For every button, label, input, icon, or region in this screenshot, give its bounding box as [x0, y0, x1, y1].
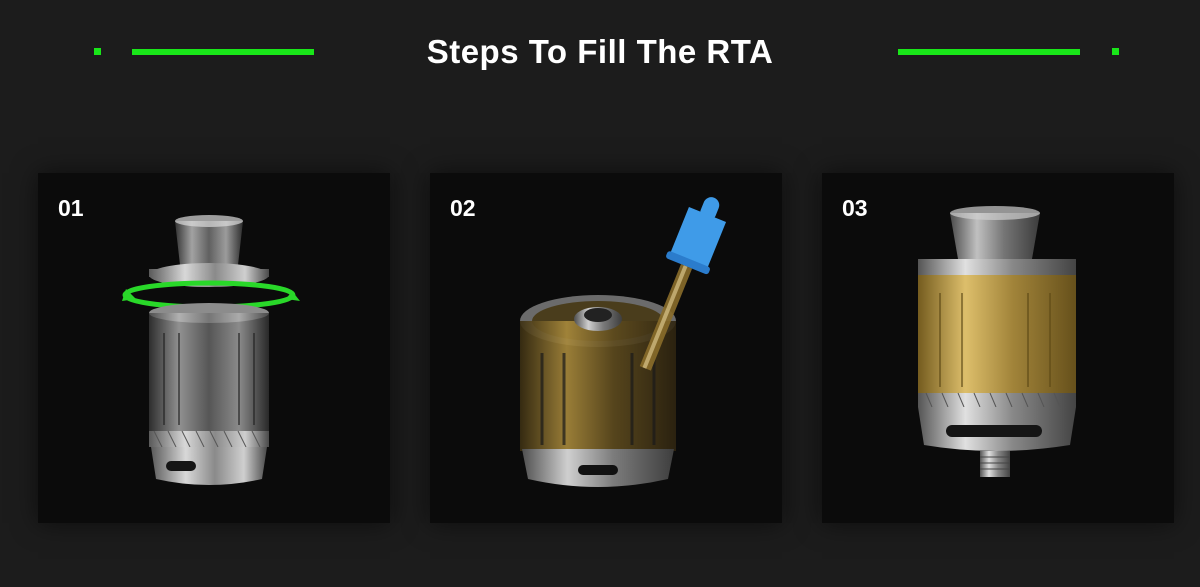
section-header: Steps To Fill The RTA: [0, 0, 1200, 110]
right-accent-dot: [1112, 48, 1119, 55]
dropper-fill-illustration: [520, 197, 727, 487]
tank-unscrew-illustration: [122, 215, 300, 485]
filled-tank-illustration: [918, 206, 1076, 477]
step-card-2: 02: [430, 173, 782, 523]
right-accent-bar: [898, 49, 1080, 55]
step-card-3: 03: [822, 173, 1174, 523]
step-card-1: 01: [38, 173, 390, 523]
